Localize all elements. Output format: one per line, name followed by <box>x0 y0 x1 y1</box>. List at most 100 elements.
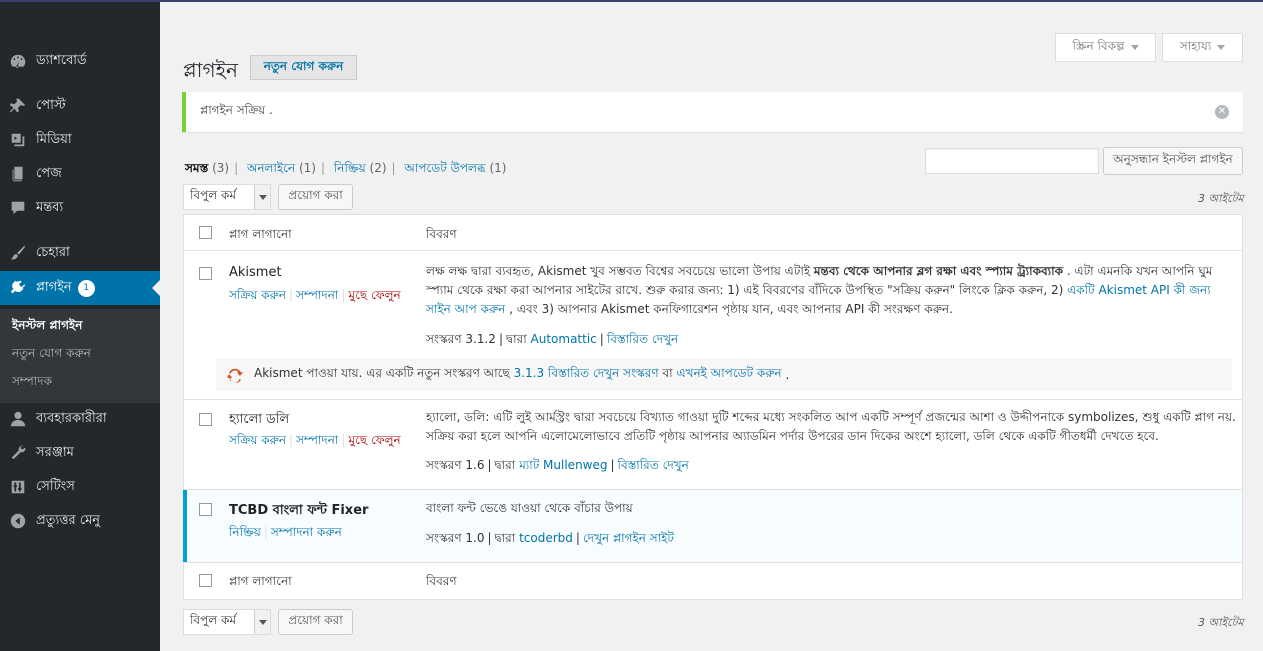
user-icon <box>0 410 36 428</box>
select-all-checkbox-bottom[interactable] <box>199 574 212 587</box>
menu-label: সেটিংস <box>36 478 75 494</box>
filter-all[interactable]: সমস্ত <box>185 161 208 175</box>
update-notice: Akismet পাওয়া যায়. এর একটি নতুন সংস্কর… <box>216 358 1232 391</box>
menu-users[interactable]: ব্যবহারকারীরা <box>0 402 160 436</box>
menu-appearance[interactable]: চেহারা <box>0 236 160 270</box>
table-footer: প্লাগ লাগানো বিবরণ <box>184 563 1242 599</box>
author-link[interactable]: ম্যাট Mullenweg <box>519 458 607 472</box>
menu-label: সরঞ্জাম <box>36 444 74 460</box>
screen-options-button[interactable]: স্ক্রিন বিকল্প <box>1055 33 1156 62</box>
page-icon <box>0 165 36 183</box>
apply-button-bottom[interactable]: প্রয়োগ করা <box>278 609 353 635</box>
plugin-description: বাংলা ফন্ট ভেঙে যাওয়া থেকে বাঁচার উপায় <box>426 499 1236 518</box>
plugin-description: লক্ষ লক্ষ দ্বারা ব্যবহৃত, Akismet খুব সম… <box>426 262 1236 319</box>
menu-label: প্রত্যুত্তর মেনু <box>36 512 101 528</box>
menu-posts[interactable]: পোস্ট <box>0 89 160 123</box>
menu-pages[interactable]: পেজ <box>0 157 160 191</box>
view-details-link[interactable]: বিস্তারিত দেখুন <box>607 332 678 346</box>
menu-tools[interactable]: সরঞ্জাম <box>0 436 160 470</box>
description-text: , এবং 3) আপনার Akismet কনফিগারেশন পৃষ্ঠা… <box>509 302 953 316</box>
plugin-row-hello-dolly: হ্যালো ডলি সক্রিয় করুন | সম্পাদনা | মুছে ফে… <box>184 400 1242 490</box>
row-actions: সক্রিয় করুন | সম্পাদনা | মুছে ফেলুন <box>229 288 401 302</box>
menu-label: পোস্ট <box>36 97 66 113</box>
menu-label: ব্যবহারকারীরা <box>36 410 107 426</box>
filter-all-count: (3) <box>212 161 230 175</box>
plugin-checkbox[interactable] <box>199 413 212 426</box>
plugin-search-input[interactable] <box>925 148 1099 174</box>
delete-link[interactable]: মুছে ফেলুন <box>348 288 400 302</box>
chevron-down-icon <box>254 610 270 634</box>
activation-notice: প্লাগইন সক্রিয় . ✕ <box>182 92 1243 132</box>
menu-label: ড্যাশবোর্ড <box>36 52 87 68</box>
edit-link[interactable]: সম্পাদনা <box>296 433 338 447</box>
help-button[interactable]: সাহায্য <box>1162 33 1243 62</box>
filter-update-available[interactable]: আপডেট উপলব্ধ <box>404 161 485 175</box>
plugins-submenu: ইনস্টল প্লাগইন নতুন যোগ করুন সম্পাদক <box>0 309 160 403</box>
row-actions: নিষ্ক্রিয় | সম্পাদনা করুন <box>229 525 342 539</box>
search-plugins-button[interactable]: অনুসন্ধান ইনস্টল প্লাগইন <box>1103 147 1243 175</box>
menu-settings[interactable]: সেটিংস <box>0 470 160 504</box>
update-text: . <box>785 367 790 382</box>
media-icon <box>0 131 36 149</box>
author-link[interactable]: tcoderbd <box>519 531 573 545</box>
author-link[interactable]: Automattic <box>531 332 597 346</box>
plugin-checkbox[interactable] <box>199 503 212 516</box>
menu-media[interactable]: মিডিয়া <box>0 123 160 157</box>
bulk-action-value: বিপুল কর্ম <box>190 188 237 202</box>
menu-plugins[interactable]: প্লাগইন 1 <box>0 271 160 305</box>
table-header: প্লাগ লাগানো বিবরণ <box>184 215 1242 251</box>
chevron-down-icon <box>254 185 270 209</box>
plugin-name: হ্যালো ডলি <box>229 412 290 427</box>
submenu-editor[interactable]: সম্পাদক <box>12 373 52 393</box>
plugin-meta: সংস্করণ 1.6 | দ্বারা ম্যাট Mullenweg | বিস্ত… <box>426 458 689 472</box>
description-text: বাংলা ফন্ট ভেঙে যাওয়া থেকে বাঁচার উপায় <box>426 501 633 515</box>
deactivate-link[interactable]: নিষ্ক্রিয় <box>229 525 261 539</box>
brush-icon <box>0 244 36 262</box>
admin-sidebar: ড্যাশবোর্ড পোস্ট মিডিয়া পেজ মন্তব্য চেহ… <box>0 2 160 651</box>
plugin-meta: সংস্করণ 1.0 | দ্বারা tcoderbd | দেখুন প্লাগই… <box>426 531 674 545</box>
column-description: বিবরণ <box>426 574 457 588</box>
activate-link[interactable]: সক্রিয় করুন <box>229 433 286 447</box>
bulk-action-select-bottom[interactable]: বিপুল কর্ম <box>183 609 271 635</box>
status-filters: সমস্ত (3) | অনলাইনে (1) | নিষ্ক্রিয় (2) | … <box>185 161 507 175</box>
wrench-icon <box>0 444 36 462</box>
submenu-installed-plugins[interactable]: ইনস্টল প্লাগইন <box>12 317 82 337</box>
items-count-top: 3 আইটেম <box>1198 192 1244 205</box>
plugin-version: সংস্করণ 1.6 <box>426 458 485 472</box>
update-count-badge: 1 <box>77 279 95 297</box>
bulk-action-select-top[interactable]: বিপুল কর্ম <box>183 184 271 210</box>
edit-link[interactable]: সম্পাদনা করুন <box>271 525 342 539</box>
plugin-version: সংস্করণ 1.0 <box>426 531 485 545</box>
items-count-bottom: 3 আইটেম <box>1198 616 1244 629</box>
settings-icon <box>0 478 36 496</box>
plugin-row-akismet: Akismet সক্রিয় করুন | সম্পাদনা | মুছে ফেলুন… <box>184 251 1242 400</box>
filter-active[interactable]: অনলাইনে <box>247 161 295 175</box>
collapse-icon <box>0 512 36 530</box>
comment-icon <box>0 199 36 217</box>
plugin-description: হ্যালো, ডলি: এটি লুই আর্মস্ট্রং দ্বারা স… <box>426 408 1236 446</box>
plugin-checkbox[interactable] <box>199 267 212 280</box>
add-new-button[interactable]: নতুন যোগ করুন <box>250 55 357 80</box>
plugin-icon <box>0 279 36 297</box>
menu-collapse[interactable]: প্রত্যুত্তর মেনু <box>0 504 160 538</box>
submenu-add-new[interactable]: নতুন যোগ করুন <box>12 345 91 365</box>
row-actions: সক্রিয় করুন | সম্পাদনা | মুছে ফেলুন <box>229 433 401 447</box>
plugins-table: প্লাগ লাগানো বিবরণ Akismet সক্রিয় করুন |… <box>183 214 1243 600</box>
menu-dashboard[interactable]: ড্যাশবোর্ড <box>0 44 160 78</box>
update-details-link[interactable]: 3.1.3 বিস্তারিত দেখুন সংস্করণ <box>514 365 659 385</box>
edit-link[interactable]: সম্পাদনা <box>296 288 338 302</box>
dismiss-icon[interactable]: ✕ <box>1215 105 1229 119</box>
dashboard-icon <box>0 52 36 70</box>
column-plugin: প্লাগ লাগানো <box>229 227 292 241</box>
activate-link[interactable]: সক্রিয় করুন <box>229 288 286 302</box>
menu-label: চেহারা <box>36 244 70 260</box>
select-all-checkbox[interactable] <box>199 226 212 239</box>
menu-comments[interactable]: মন্তব্য <box>0 191 160 225</box>
apply-button-top[interactable]: প্রয়োগ করা <box>278 184 353 210</box>
filter-inactive[interactable]: নিষ্ক্রিয় <box>334 161 366 175</box>
plugin-site-link[interactable]: দেখুন প্লাগইন সাইট <box>583 531 674 545</box>
delete-link[interactable]: মুছে ফেলুন <box>348 433 400 447</box>
update-now-link[interactable]: এখনই আপডেট করুন <box>676 365 781 385</box>
view-details-link[interactable]: বিস্তারিত দেখুন <box>618 458 689 472</box>
filter-active-count: (1) <box>298 161 316 175</box>
